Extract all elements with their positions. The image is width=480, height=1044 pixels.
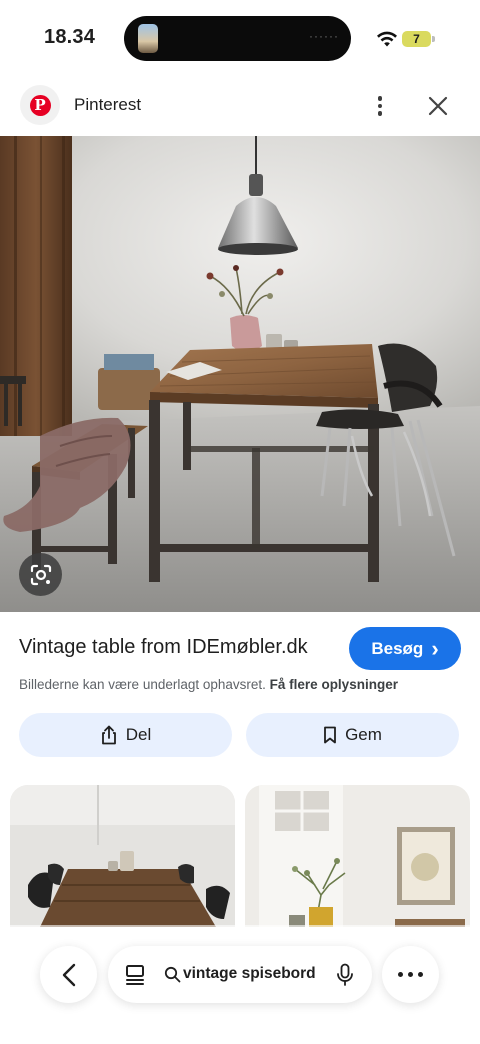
save-button[interactable]: Gem xyxy=(246,713,459,757)
share-icon xyxy=(101,725,116,745)
microphone-icon[interactable] xyxy=(336,963,354,987)
close-icon[interactable] xyxy=(422,90,454,122)
bookmark-icon xyxy=(324,726,336,744)
tabs-icon[interactable] xyxy=(124,964,146,986)
back-button[interactable] xyxy=(40,946,97,1003)
pinterest-logo[interactable]: P xyxy=(20,85,60,125)
visit-label: Besøg xyxy=(371,638,424,658)
chevron-right-icon: › xyxy=(431,635,439,661)
dot-icon xyxy=(377,111,383,116)
copyright-notice: Billederne kan være underlagt ophavsret.… xyxy=(19,677,398,692)
result-image[interactable] xyxy=(0,136,480,612)
dot-icon xyxy=(418,972,423,977)
search-query[interactable]: vintage spisebord xyxy=(183,965,315,983)
battery-tip xyxy=(432,36,435,42)
share-label: Del xyxy=(125,725,152,744)
dot-icon xyxy=(377,103,383,109)
lens-search-button[interactable] xyxy=(19,553,62,596)
search-icon xyxy=(164,966,181,983)
island-activity-indicator: ······ xyxy=(309,29,339,43)
battery-level: 7 xyxy=(413,32,420,46)
related-image[interactable] xyxy=(10,785,235,927)
menu-button[interactable] xyxy=(382,946,439,1003)
app-header: P Pinterest xyxy=(0,82,480,130)
wifi-icon xyxy=(377,31,397,47)
copyright-text: Billederne kan være underlagt ophavsret. xyxy=(19,677,266,692)
save-label: Gem xyxy=(345,725,382,744)
dining-room-photo xyxy=(0,136,480,612)
source-title[interactable]: Pinterest xyxy=(74,95,141,115)
visit-button[interactable]: Besøg › xyxy=(349,627,461,670)
result-title: Vintage table from IDEmøbler.dk xyxy=(19,636,308,658)
related-image[interactable] xyxy=(245,785,470,927)
dot-icon xyxy=(377,96,383,101)
status-time: 18.34 xyxy=(44,26,96,48)
battery-indicator: 7 xyxy=(402,31,431,47)
more-info-link[interactable]: Få flere oplysninger xyxy=(270,677,398,692)
share-button[interactable]: Del xyxy=(19,713,232,757)
status-bar: 18.34 ······ 7 xyxy=(0,0,480,78)
now-playing-thumbnail xyxy=(138,24,158,53)
search-bar[interactable]: vintage spisebord xyxy=(108,946,372,1003)
pinterest-logo-icon: P xyxy=(29,94,51,116)
dot-icon xyxy=(398,972,403,977)
related-room-photo xyxy=(245,785,470,927)
chevron-left-icon xyxy=(62,963,75,986)
dynamic-island[interactable]: ······ xyxy=(124,16,351,61)
dot-icon xyxy=(408,972,413,977)
related-table-photo xyxy=(10,785,235,927)
more-options-button[interactable] xyxy=(364,90,396,122)
lens-icon xyxy=(30,564,51,585)
